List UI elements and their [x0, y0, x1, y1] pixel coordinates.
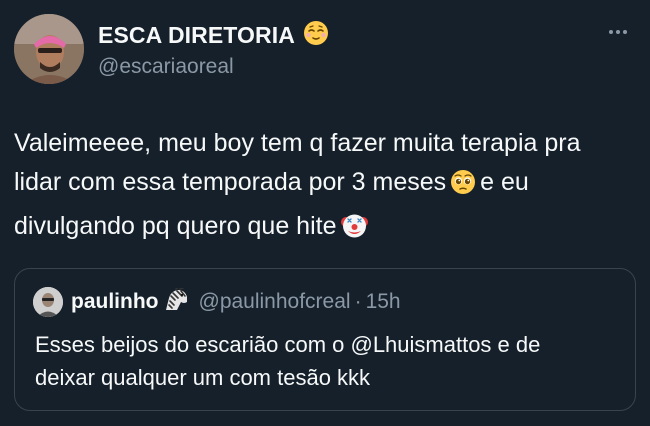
zebra-emoji: [163, 285, 189, 317]
author-name-row: ESCA DIRETORIA: [98, 20, 329, 50]
author-avatar[interactable]: [14, 14, 84, 84]
tweet-line: lidar com essa temporada por 3 meses e e…: [14, 163, 639, 207]
quoted-header: paulinho @paulinhofcreal · 15h: [33, 285, 401, 317]
relieved-face-emoji: [303, 20, 329, 51]
tweet-line: Valeimeeee, meu boy tem q fazer muita te…: [14, 129, 581, 157]
quoted-text: Esses beijos do escarião com o @Lhuismat…: [35, 328, 625, 394]
quoted-timestamp[interactable]: 15h: [366, 290, 401, 314]
quoted-display-name[interactable]: paulinho: [71, 290, 159, 314]
author-handle[interactable]: @escariaoreal: [98, 55, 234, 79]
quoted-tweet[interactable]: paulinho @paulinhofcreal · 15h Esses bei…: [14, 268, 636, 411]
quoted-handle[interactable]: @paulinhofcreal: [199, 290, 351, 314]
quoted-line: deixar qualquer um com tesão kkk: [35, 365, 371, 390]
tweet-text: Valeimeeee, meu boy tem q fazer muita te…: [14, 124, 639, 251]
more-horizontal-icon[interactable]: [604, 22, 632, 42]
pleading-face-emoji: [450, 168, 476, 207]
quoted-line: Esses beijos do escarião com o @Lhuismat…: [35, 332, 541, 357]
quoted-avatar-image: [33, 287, 63, 317]
quoted-separator: ·: [354, 290, 362, 313]
quoted-avatar[interactable]: [33, 287, 63, 317]
avatar-image: [14, 14, 84, 84]
clown-face-emoji: [340, 212, 368, 251]
tweet-card: ESCA DIRETORIA @escariaoreal Valeimeeee,…: [0, 0, 650, 426]
author-display-name[interactable]: ESCA DIRETORIA: [98, 22, 295, 49]
tweet-line: divulgando pq quero que hite: [14, 207, 639, 251]
